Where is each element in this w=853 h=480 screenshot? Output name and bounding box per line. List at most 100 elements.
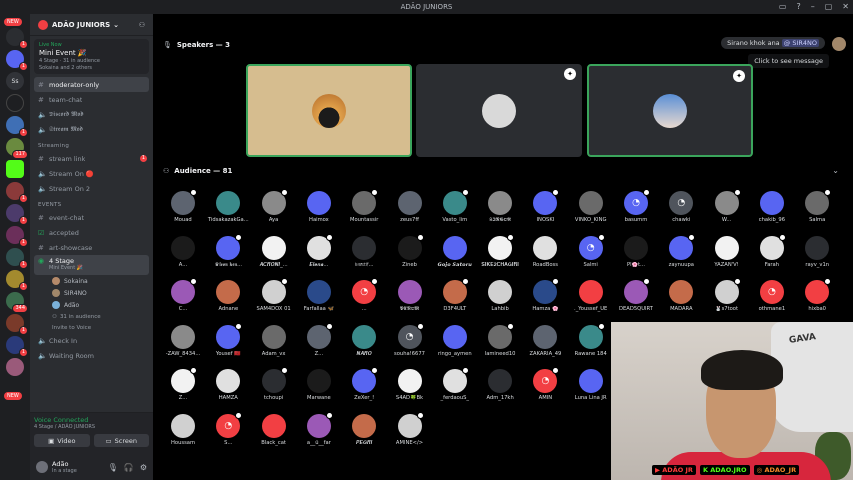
- channel-stream-on-2[interactable]: 🔈 Stream On 2: [30, 181, 153, 196]
- audience-member[interactable]: Hamza 🌸: [523, 278, 567, 312]
- speaker-tile[interactable]: ✦: [416, 64, 582, 157]
- audience-member[interactable]: Z...: [297, 322, 341, 357]
- audience-member[interactable]: Adnane: [206, 280, 250, 312]
- audience-member[interactable]: ◔...: [342, 278, 386, 312]
- channel-accepted[interactable]: ☑ accepted: [30, 225, 153, 240]
- audience-member[interactable]: 𝐒𝐈𝐊𝐄𝟐𝐂𝐇𝐀𝐆𝐈𝐑𝐈: [478, 233, 522, 269]
- audience-member[interactable]: 𝖁𝕰𝕹𝕺𝕸: [388, 280, 432, 313]
- audience-member[interactable]: Salma: [795, 189, 839, 223]
- audience-member[interactable]: ZeXer_!: [342, 367, 386, 401]
- live-event-card[interactable]: Live Now Mini Event 🎉 4 Stage · 31 in au…: [34, 39, 149, 74]
- server-icon[interactable]: 1: [6, 182, 28, 203]
- audience-member[interactable]: ringo_aymen: [433, 324, 477, 357]
- audience-member[interactable]: Mouad: [161, 189, 205, 223]
- audience-member[interactable]: 𝑨𝑪𝑹𝑶𝑵𝑰_...: [252, 235, 296, 269]
- audience-member[interactable]: Houssam: [161, 413, 205, 446]
- audience-member[interactable]: Adam_vx: [252, 324, 296, 357]
- microphone-icon[interactable]: 🎙: [108, 463, 118, 472]
- channel-stage[interactable]: ◉ 4 Stage Mini Event 🎉: [34, 255, 149, 275]
- audience-member[interactable]: Black_cat: [252, 413, 296, 446]
- maximize-icon[interactable]: ▢: [825, 2, 833, 11]
- channel-check-in[interactable]: 🔈 Check In: [30, 333, 153, 348]
- add-member-icon[interactable]: ⚇: [139, 21, 145, 29]
- audience-member[interactable]: Rawane 184: [569, 322, 613, 357]
- server-icon[interactable]: Ss: [6, 72, 24, 90]
- help-icon[interactable]: ?: [796, 2, 800, 11]
- audience-member[interactable]: HAMZA: [206, 369, 250, 401]
- server-icon[interactable]: 1: [6, 314, 28, 335]
- server-icon[interactable]: 1: [6, 50, 28, 71]
- audience-member[interactable]: 🐰s7toot: [705, 278, 749, 312]
- audience-member[interactable]: 𝑬𝒍𝒆𝒏𝒂...: [297, 233, 341, 269]
- audience-member[interactable]: ◔ Salmi: [569, 233, 613, 268]
- channel-stream-on[interactable]: 🔈 Stream On 🔴: [30, 166, 153, 181]
- audience-member[interactable]: ._Youssef_UE: [569, 280, 613, 312]
- voice-user[interactable]: Adão: [30, 299, 153, 311]
- kick-server-icon[interactable]: [6, 160, 24, 178]
- channel-team-chat[interactable]: # team-chat: [30, 92, 153, 107]
- minimize-icon[interactable]: –: [811, 2, 815, 11]
- audience-member[interactable]: DEAD5QUIRT: [614, 278, 658, 312]
- server-icon[interactable]: 1: [6, 226, 28, 247]
- audience-member[interactable]: chakib_96: [750, 191, 794, 223]
- audience-member[interactable]: ZAKARIA_49: [523, 324, 567, 357]
- invite-to-voice[interactable]: Invite to Voice: [30, 322, 153, 333]
- audience-member[interactable]: Pl🌸t...: [614, 235, 658, 268]
- channel-moderator-only[interactable]: # moderator-only: [34, 77, 149, 92]
- audience-member[interactable]: MADARA: [659, 280, 703, 312]
- channel-stream-link[interactable]: # stream link 1: [30, 151, 153, 166]
- audience-member[interactable]: Aya: [252, 189, 296, 223]
- audience-member[interactable]: TidsakazakGa...: [206, 191, 250, 223]
- screen-share-button[interactable]: ▭ Screen: [93, 434, 149, 447]
- audience-member[interactable]: hixba0: [795, 278, 839, 312]
- headphones-icon[interactable]: 🎧: [124, 463, 134, 472]
- audience-member[interactable]: 𝑵𝑨𝑹𝑶: [342, 324, 386, 358]
- inbox-icon[interactable]: ▭: [779, 2, 787, 11]
- server-icon[interactable]: [6, 358, 24, 376]
- server-header[interactable]: ADÃO JUNIORS ⌄ ⚇: [30, 14, 153, 36]
- speaker-tile[interactable]: ✦: [587, 64, 753, 157]
- audience-member[interactable]: INOSKI: [523, 189, 567, 223]
- voice-user[interactable]: Sokaina: [30, 275, 153, 287]
- audience-member[interactable]: ◔ AMIN: [523, 367, 567, 401]
- channel-stream-mod[interactable]: 🔈 𝕾𝖙𝖗𝖊𝖆𝖒 𝕸𝖔𝖉: [30, 122, 153, 137]
- audience-member[interactable]: ♛𝖑𝖊𝖔𝖓 𝖐𝖊𝖓...: [206, 233, 250, 269]
- channel-waiting-room[interactable]: 🔈 Waiting Room: [30, 348, 153, 363]
- audience-member[interactable]: RoadBoss: [523, 235, 567, 268]
- audience-member[interactable]: Z...: [161, 367, 205, 401]
- server-icon[interactable]: 1: [6, 336, 28, 357]
- audience-member[interactable]: ◔ chawki: [659, 191, 703, 223]
- audience-member[interactable]: Luna Lina JR: [569, 369, 613, 401]
- server-icon[interactable]: 1: [6, 116, 28, 137]
- audience-member[interactable]: rayv_v1n: [795, 235, 839, 268]
- audience-member[interactable]: Zineb: [388, 233, 432, 268]
- audience-member[interactable]: ◔ basumm: [614, 189, 658, 223]
- voice-user[interactable]: SIR4NO: [30, 287, 153, 299]
- audience-member[interactable]: a__ü__far: [297, 411, 341, 446]
- audience-member[interactable]: Yousef 🇲🇦: [206, 322, 250, 357]
- audience-member[interactable]: ◔ othmane1: [750, 280, 794, 312]
- audience-member[interactable]: Adm_17kh: [478, 369, 522, 401]
- audience-member[interactable]: Vasto_lim: [433, 189, 477, 223]
- channel-discord-mod[interactable]: 🔈 𝕯𝖎𝖘𝖈𝖔𝖗𝖉 𝕸𝖔𝖉: [30, 107, 153, 122]
- video-button[interactable]: ▣ Video: [34, 434, 90, 447]
- audience-member[interactable]: lamineed10: [478, 322, 522, 357]
- audience-member[interactable]: W...: [705, 189, 749, 223]
- audience-member[interactable]: AMINE</>: [388, 411, 432, 446]
- audience-member[interactable]: ◔ souha!6677: [388, 322, 432, 357]
- server-icon[interactable]: 117: [6, 138, 28, 159]
- audience-member[interactable]: VINKO_KING: [569, 191, 613, 223]
- voice-channel[interactable]: 4 Stage / ADÃO JUNIORS: [34, 424, 149, 430]
- server-icon[interactable]: 1: [6, 28, 28, 49]
- server-icon[interactable]: 1: [6, 204, 28, 225]
- speaker-tile[interactable]: [246, 64, 412, 157]
- category-streaming[interactable]: Streaming: [30, 137, 153, 151]
- audience-member[interactable]: Farfallaa 🦋: [297, 280, 341, 312]
- audience-member[interactable]: S4AD🍀Bk: [388, 369, 432, 401]
- audience-member[interactable]: ◔ S...: [206, 411, 250, 446]
- audience-member[interactable]: 𝔦𝔪𝔬𝔯𝔱𝔦𝔣...: [342, 235, 386, 269]
- avatar[interactable]: [832, 37, 846, 51]
- audience-member[interactable]: A...: [161, 235, 205, 268]
- audience-member[interactable]: -ZAW_8434...: [161, 324, 205, 357]
- close-icon[interactable]: ✕: [842, 2, 849, 11]
